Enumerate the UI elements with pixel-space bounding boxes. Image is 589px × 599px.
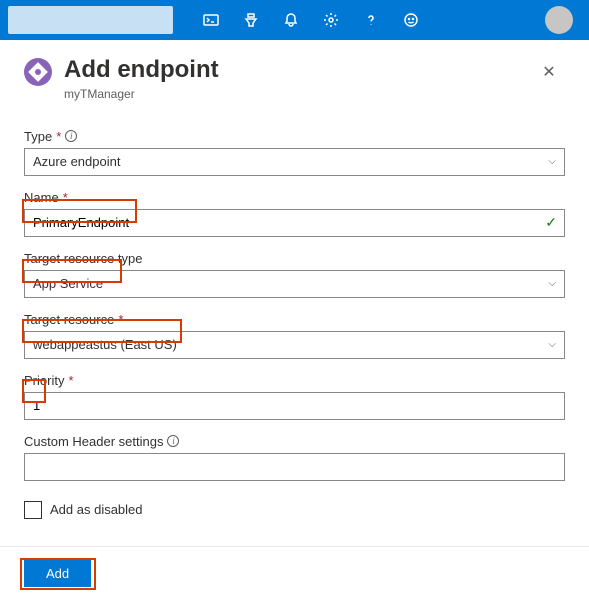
field-custom-header: Custom Header settings i: [24, 434, 565, 481]
cloud-shell-icon[interactable]: [191, 0, 231, 40]
priority-label: Priority: [24, 373, 64, 388]
target-type-select[interactable]: App Service ⌵: [24, 270, 565, 298]
name-label: Name: [24, 190, 59, 205]
name-input[interactable]: [24, 209, 565, 237]
feedback-icon[interactable]: [391, 0, 431, 40]
type-label: Type: [24, 129, 52, 144]
priority-input[interactable]: [24, 392, 565, 420]
required-marker: *: [68, 373, 73, 388]
field-priority: Priority *: [24, 373, 565, 420]
disabled-label: Add as disabled: [50, 502, 143, 517]
topbar: [0, 0, 589, 40]
page-title: Add endpoint: [64, 56, 521, 85]
type-select[interactable]: Azure endpoint ⌵: [24, 148, 565, 176]
disabled-checkbox[interactable]: [24, 501, 42, 519]
target-type-label: Target resource type: [24, 251, 143, 266]
info-icon[interactable]: i: [65, 130, 77, 142]
custom-header-input[interactable]: [24, 453, 565, 481]
field-type: Type * i Azure endpoint ⌵: [24, 129, 565, 176]
target-resource-value: webappeastus (East US): [33, 337, 177, 352]
search-input[interactable]: [8, 6, 173, 34]
custom-header-label: Custom Header settings: [24, 434, 163, 449]
avatar[interactable]: [545, 6, 573, 34]
required-marker: *: [56, 129, 61, 144]
target-resource-select[interactable]: webappeastus (East US) ⌵: [24, 331, 565, 359]
info-icon[interactable]: i: [167, 435, 179, 447]
required-marker: *: [63, 190, 68, 205]
add-button[interactable]: Add: [24, 559, 91, 587]
directory-filter-icon[interactable]: [231, 0, 271, 40]
required-marker: *: [118, 312, 123, 327]
notifications-icon[interactable]: [271, 0, 311, 40]
type-value: Azure endpoint: [33, 154, 120, 169]
chevron-down-icon: ⌵: [548, 278, 556, 289]
help-icon[interactable]: [351, 0, 391, 40]
field-disabled: Add as disabled: [24, 501, 565, 519]
page-subtitle: myTManager: [64, 87, 521, 101]
field-target-resource: Target resource * webappeastus (East US)…: [24, 312, 565, 359]
valid-check-icon: ✓: [545, 214, 557, 231]
close-button[interactable]: ✕: [533, 56, 565, 88]
target-type-value: App Service: [33, 276, 103, 291]
settings-icon[interactable]: [311, 0, 351, 40]
field-target-type: Target resource type App Service ⌵: [24, 251, 565, 298]
target-resource-label: Target resource: [24, 312, 114, 327]
endpoint-icon: [24, 58, 52, 86]
add-endpoint-panel: Add endpoint myTManager ✕ Type * i Azure…: [0, 40, 589, 599]
field-name: Name * ✓: [24, 190, 565, 237]
chevron-down-icon: ⌵: [548, 339, 556, 350]
panel-header: Add endpoint myTManager ✕: [24, 56, 565, 101]
chevron-down-icon: ⌵: [548, 156, 556, 167]
panel-footer: Add: [0, 546, 589, 599]
topbar-icons: [191, 0, 537, 40]
